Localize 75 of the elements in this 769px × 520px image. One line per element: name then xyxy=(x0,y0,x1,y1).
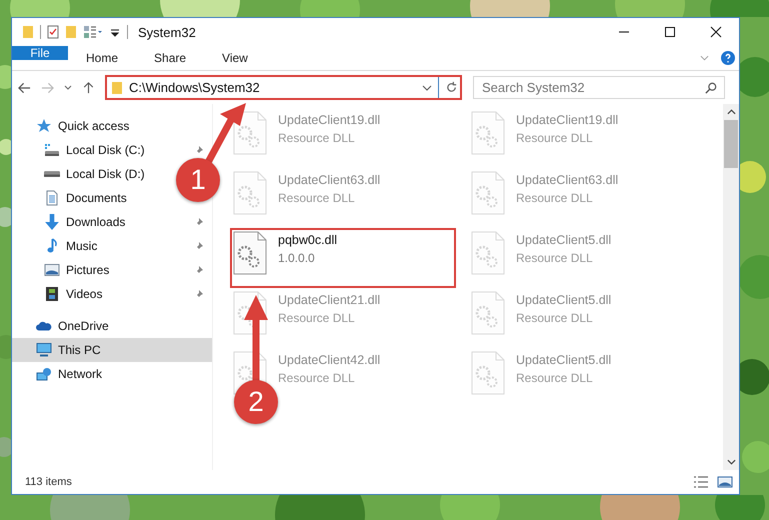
address-bar[interactable]: C:\Windows\System32 xyxy=(105,75,462,100)
file-name: UpdateClient42.dll xyxy=(278,353,380,367)
navigation-item[interactable]: Quick access xyxy=(12,114,134,138)
navigation-item[interactable]: Local Disk (D:) xyxy=(12,162,149,186)
navigation-item[interactable]: Videos xyxy=(12,282,106,306)
navigation-item[interactable]: Downloads xyxy=(12,210,130,234)
file-detail: Resource DLL xyxy=(278,371,356,385)
gear-file-icon xyxy=(471,231,505,275)
file-item[interactable]: pqbw0c.dll 1.0.0.0 xyxy=(233,231,453,285)
network-icon xyxy=(36,366,52,382)
file-detail: Resource DLL xyxy=(278,191,356,205)
file-name: UpdateClient63.dll xyxy=(278,173,380,187)
file-name: UpdateClient5.dll xyxy=(516,233,612,247)
navigation-item[interactable]: Pictures xyxy=(12,258,114,282)
file-name: UpdateClient19.dll xyxy=(278,113,380,127)
ribbon-tab[interactable]: Home xyxy=(68,46,136,70)
navigation-item[interactable]: Documents xyxy=(12,186,131,210)
file-detail: Resource DLL xyxy=(278,131,356,145)
file-detail: 1.0.0.0 xyxy=(278,251,316,265)
gear-file-icon xyxy=(233,111,267,155)
file-detail: Resource DLL xyxy=(516,371,594,385)
pictures-icon xyxy=(44,262,60,278)
gear-file-icon xyxy=(471,171,505,215)
details-view-icon[interactable] xyxy=(693,476,709,488)
navigation-item[interactable]: Network xyxy=(12,362,106,386)
file-name: UpdateClient5.dll xyxy=(516,353,612,367)
file-detail: Resource DLL xyxy=(516,311,594,325)
gear-file-icon xyxy=(233,231,267,275)
navigation-item[interactable]: Music xyxy=(12,234,102,258)
download-icon xyxy=(44,214,60,230)
file-menu-tab[interactable]: File xyxy=(12,46,68,60)
gear-file-icon xyxy=(471,351,505,395)
file-detail: Resource DLL xyxy=(278,311,356,325)
file-name: UpdateClient19.dll xyxy=(516,113,618,127)
star-icon xyxy=(36,118,52,134)
close-icon[interactable] xyxy=(710,26,722,38)
file-detail: Resource DLL xyxy=(516,191,594,205)
document-icon xyxy=(44,190,60,206)
navigation-item[interactable]: OneDrive xyxy=(12,314,113,338)
address-path: C:\Windows\System32 xyxy=(129,80,261,95)
up-arrow-icon[interactable] xyxy=(82,82,95,94)
properties-icon[interactable] xyxy=(47,25,59,39)
search-field[interactable]: Search System32 xyxy=(473,76,725,99)
scrollbar-thumb[interactable] xyxy=(724,120,738,168)
gear-file-icon xyxy=(471,291,505,335)
large-icons-view-icon[interactable] xyxy=(717,476,733,488)
file-name: UpdateClient63.dll xyxy=(516,173,618,187)
ribbon-tab[interactable]: View xyxy=(204,46,266,70)
back-arrow-icon[interactable] xyxy=(18,82,31,94)
file-name: UpdateClient21.dll xyxy=(278,293,380,307)
folder-icon xyxy=(111,80,123,94)
ribbon-tab[interactable]: Share xyxy=(136,46,204,70)
chevron-down-icon[interactable] xyxy=(700,55,709,61)
gear-file-icon xyxy=(233,171,267,215)
list-view-icon[interactable] xyxy=(83,25,103,39)
item-count: 113 items xyxy=(25,476,72,488)
window-title: System32 xyxy=(138,24,196,40)
maximize-icon[interactable] xyxy=(664,26,676,38)
navigation-item[interactable]: This PC xyxy=(12,338,212,362)
help-icon[interactable] xyxy=(721,51,735,65)
drive-icon xyxy=(44,171,60,177)
file-name: pqbw0c.dll xyxy=(278,233,338,247)
gear-file-icon xyxy=(471,111,505,155)
search-icon[interactable] xyxy=(705,82,717,94)
dropdown-caret-icon[interactable] xyxy=(422,84,432,90)
file-detail: Resource DLL xyxy=(516,251,594,265)
file-detail: Resource DLL xyxy=(516,131,594,145)
film-icon xyxy=(44,286,60,302)
drive-icon xyxy=(44,142,60,158)
navigation-item[interactable]: Local Disk (C:) xyxy=(12,138,149,162)
file-name: UpdateClient5.dll xyxy=(516,293,612,307)
recent-caret-icon[interactable] xyxy=(64,84,72,90)
scrollbar[interactable] xyxy=(723,104,739,470)
computer-icon xyxy=(36,342,52,358)
refresh-icon[interactable] xyxy=(445,81,458,94)
